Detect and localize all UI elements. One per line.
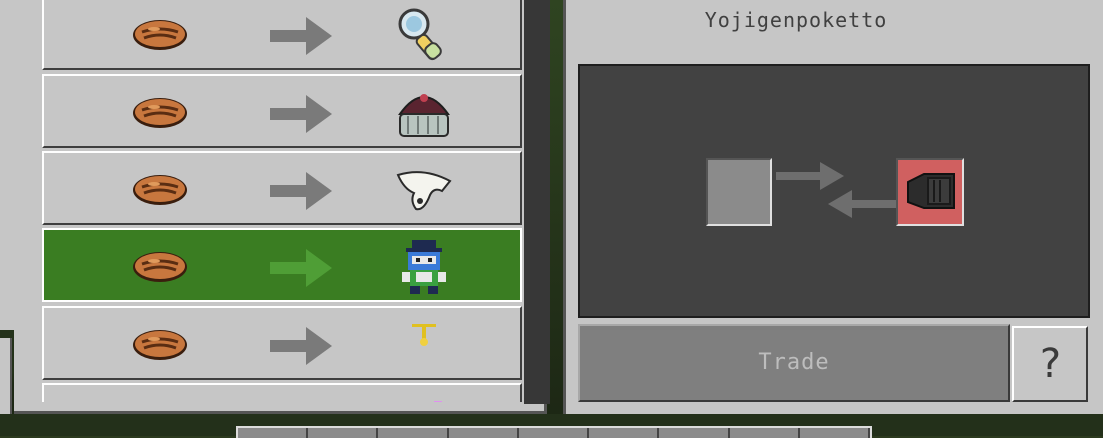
trade-offer-row-selected[interactable] [42,228,522,302]
trade-list-panel [14,0,550,414]
hotbar [236,426,872,438]
robot-character-icon [402,240,446,294]
trade-offer-row[interactable] [42,383,522,402]
arrow-right-icon [270,172,332,210]
arrow-right-icon [270,249,332,287]
arrow-right-icon [270,95,332,133]
arrow-right-icon [270,327,332,365]
trade-preview [578,64,1090,318]
trade-offer-row[interactable] [42,0,522,70]
arrow-right-icon [270,17,332,55]
trade-detail-panel: Yojigenpoketto Trade ? [563,0,1103,414]
trade-button[interactable]: Trade [578,324,1010,402]
purple-item-icon [434,401,442,402]
help-button[interactable]: ? [1012,326,1088,402]
trade-list [42,0,524,402]
villager-name-title: Yojigenpoketto [704,8,888,32]
bread-icon [133,20,187,50]
bread-icon [133,98,187,128]
bread-icon [133,175,187,205]
bread-icon [133,330,187,360]
magnifier-gadget-icon [398,8,442,61]
dome-gadget-icon [398,94,450,137]
background-panel-edge [0,338,12,418]
bread-icon [133,252,187,282]
arrow-left-icon [828,190,896,218]
white-cape-icon [396,171,452,211]
trade-list-scrollbar[interactable] [524,0,550,404]
output-slot[interactable] [896,158,964,226]
trade-offer-row[interactable] [42,74,522,148]
propeller-icon [412,324,436,346]
trade-offer-row[interactable] [42,306,522,380]
input-slot[interactable] [706,158,772,226]
trade-offer-row[interactable] [42,151,522,225]
camera-gadget-icon [907,173,955,209]
arrow-right-icon [776,162,844,190]
